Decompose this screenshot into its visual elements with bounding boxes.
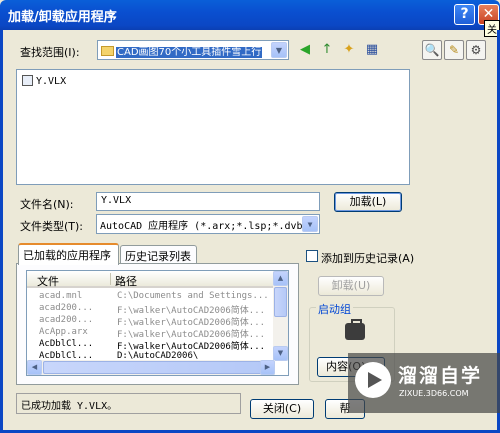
scroll-thumb[interactable] [43, 361, 263, 374]
scroll-down-icon[interactable]: ▼ [273, 346, 288, 361]
new-folder-icon[interactable]: ✦ [340, 41, 358, 59]
file-icon [22, 75, 33, 86]
lookin-combo[interactable]: CAD画图70个小工具插件雪上行 ▼ [97, 40, 289, 60]
chevron-down-icon[interactable]: ▼ [302, 216, 318, 232]
horizontal-scrollbar[interactable]: ◀ ▶ [27, 360, 275, 375]
scroll-up-icon[interactable]: ▲ [273, 271, 288, 286]
find-file-icon[interactable]: ✎ [444, 40, 464, 60]
column-header-path[interactable]: 路径 [115, 273, 137, 289]
loaded-apps-list[interactable]: 文件 路径 acad.mnl C:\Documents and Settings.… [26, 270, 289, 376]
title-bar[interactable]: 加载/卸载应用程序 ? ✕ [0, 0, 500, 30]
scroll-thumb[interactable] [274, 287, 287, 317]
up-folder-icon[interactable]: ↑ [318, 41, 336, 59]
search-icon[interactable]: 🔍 [422, 40, 442, 60]
table-row[interactable]: acad200... F:\walker\AutoCAD2006简体... [27, 303, 275, 316]
column-header-file[interactable]: 文件 [37, 273, 59, 289]
startup-group-title: 启动组 [316, 301, 353, 317]
filename-label: 文件名(N): [20, 198, 74, 211]
list-header: 文件 路径 [27, 271, 275, 288]
briefcase-icon [345, 319, 365, 340]
tab-history[interactable]: 历史记录列表 [120, 245, 197, 264]
add-to-history-checkbox[interactable] [306, 250, 318, 262]
back-icon[interactable]: ◀ [296, 41, 314, 59]
table-row[interactable]: AcApp.arx F:\walker\AutoCAD2006简体... [27, 327, 275, 340]
window-title: 加载/卸载应用程序 [8, 10, 117, 25]
add-to-history-label[interactable]: 添加到历史记录(A) [321, 250, 414, 266]
scroll-left-icon[interactable]: ◀ [27, 360, 42, 375]
list-item[interactable]: Y.VLX [22, 75, 66, 87]
watermark-title: 溜溜自学 [398, 365, 483, 387]
vertical-scrollbar[interactable]: ▲ ▼ [273, 271, 288, 361]
folder-icon [101, 46, 114, 56]
chevron-down-icon[interactable]: ▼ [271, 42, 287, 58]
table-row[interactable]: acad200... F:\walker\AutoCAD2006简体... [27, 315, 275, 328]
filetype-value: AutoCAD 应用程序 (*.arx;*.lsp;*.dvb; [100, 221, 309, 232]
table-row[interactable]: acad.mnl C:\Documents and Settings... [27, 291, 275, 302]
tools-icon[interactable]: ⚙ [466, 40, 486, 60]
filename-field[interactable]: Y.VLX [96, 192, 320, 211]
watermark: 溜溜自学 ZIXUE.3D66.COM [348, 353, 500, 413]
scroll-right-icon[interactable]: ▶ [260, 360, 275, 375]
status-text: 已成功加载 Y.VLX。 [16, 393, 241, 414]
tab-loaded-apps[interactable]: 已加载的应用程序 [18, 243, 119, 265]
load-button[interactable]: 加载(L) [334, 192, 402, 212]
views-menu-icon[interactable]: ▦ [363, 41, 381, 59]
unload-button[interactable]: 卸载(U) [318, 276, 384, 296]
play-logo-icon [355, 362, 391, 398]
watermark-subtitle: ZIXUE.3D66.COM [399, 389, 469, 398]
lookin-value: CAD画图70个小工具插件雪上行 [116, 47, 263, 58]
help-title-button[interactable]: ? [454, 4, 475, 25]
column-divider[interactable] [110, 273, 111, 285]
filetype-label: 文件类型(T): [20, 220, 84, 233]
file-list[interactable]: Y.VLX [16, 69, 410, 185]
table-row[interactable]: AcDblCl... F:\walker\AutoCAD2006简体... [27, 339, 275, 352]
close-button[interactable]: 关闭(C) [250, 399, 314, 419]
filetype-combo[interactable]: AutoCAD 应用程序 (*.arx;*.lsp;*.dvb; ▼ [96, 214, 320, 234]
lookin-label: 查找范围(I): [20, 46, 80, 59]
